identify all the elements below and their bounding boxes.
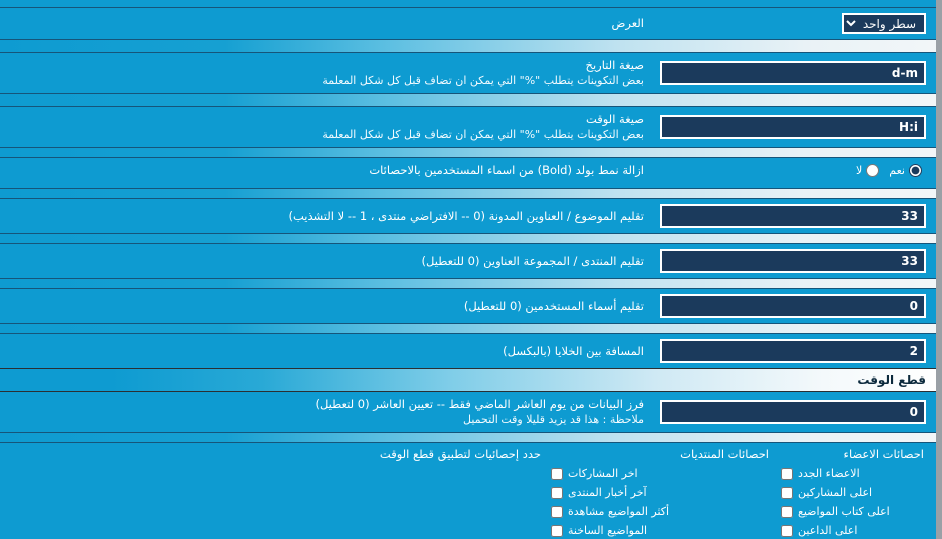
display-label: العرض: [611, 16, 645, 30]
remove-bold-radio-group: نعم لا: [856, 164, 926, 177]
list-item[interactable]: آخر أخبار المنتدى: [551, 483, 771, 502]
checkbox-forums-0-label[interactable]: اخر المشاركات: [568, 467, 638, 480]
remove-bold-no-group[interactable]: لا: [856, 164, 880, 177]
list-item[interactable]: اعلى المشاركين: [781, 483, 926, 502]
list-item[interactable]: أكثر المواضيع مشاهدة: [551, 502, 771, 521]
trim-thread-titles-control-cell: [656, 204, 926, 228]
checkbox-forums-1-label[interactable]: آخر أخبار المنتدى: [568, 486, 647, 499]
checkbox-forums-1[interactable]: [551, 486, 563, 499]
date-format-label: صيغة التاريخ: [585, 58, 644, 72]
separator-bar: [0, 147, 936, 158]
checkbox-members-1[interactable]: [781, 486, 793, 499]
section-header-time-cut: قطع الوقت: [0, 368, 936, 392]
time-format-label-cell: صيغة الوقت بعض التكوينات يتطلب "%" التي …: [0, 112, 644, 142]
apply-time-cut-label: حدد إحصائيات لتطبيق قطع الوقت: [379, 447, 541, 461]
date-format-description: بعض التكوينات يتطلب "%" التي يمكن ان تضا…: [322, 74, 644, 87]
stats-column-forums-title: احصائات المنتديات: [680, 447, 769, 461]
checkbox-forums-2[interactable]: [551, 505, 563, 518]
display-label-cell: العرض: [0, 16, 645, 31]
time-format-label: صيغة الوقت: [585, 112, 644, 126]
setting-row-sort-days: فرز البيانات من يوم العاشر الماضي فقط --…: [0, 392, 936, 432]
checkbox-members-0[interactable]: [781, 467, 793, 480]
trim-forum-titles-label: تقليم المنتدى / المجموعة العناوين (0 للت…: [421, 253, 644, 268]
checkbox-forums-3-label[interactable]: المواضيع الساخنة: [568, 524, 647, 537]
stats-column-members-title: احصائات الاعضاء: [843, 447, 924, 461]
trim-forum-titles-control-cell: [656, 249, 926, 273]
remove-bold-label-cell: ازالة نمط بولد (Bold) من اسماء المستخدمي…: [0, 163, 644, 178]
setting-row-remove-bold: نعم لا ازالة نمط بولد (Bold) من اسماء ال…: [0, 158, 936, 188]
checkbox-forums-0[interactable]: [551, 467, 563, 480]
apply-time-cut-label-cell: حدد إحصائيات لتطبيق قطع الوقت: [0, 447, 541, 462]
separator-bar: [0, 432, 936, 443]
setting-row-trim-forum-titles: تقليم المنتدى / المجموعة العناوين (0 للت…: [0, 244, 936, 278]
cell-spacing-label: المسافة بين الخلايا (بالبكسل): [503, 343, 644, 358]
checkbox-members-2-label[interactable]: اعلى كتاب المواضيع: [798, 505, 890, 518]
sort-days-input[interactable]: [660, 400, 926, 424]
remove-bold-yes-label: نعم: [889, 164, 905, 177]
separator-bar: [0, 188, 936, 199]
list-item[interactable]: الاعضاء الجدد: [781, 464, 926, 483]
remove-bold-control-cell: نعم لا: [656, 164, 926, 177]
separator-bar: [0, 39, 936, 53]
date-format-control-cell: [656, 61, 926, 85]
trim-thread-titles-label: تقليم الموضوع / العناوين المدونة (0 -- ا…: [288, 208, 644, 223]
separator-bar: [0, 93, 936, 107]
settings-page: سطر واحد العرض صيغة التاريخ بعض التكوينا…: [0, 0, 942, 539]
checkbox-members-0-label[interactable]: الاعضاء الجدد: [798, 467, 860, 480]
trim-usernames-label: تقليم أسماء المستخدمين (0 للتعطيل): [463, 298, 644, 313]
time-format-control-cell: [656, 115, 926, 139]
setting-row-trim-usernames: تقليم أسماء المستخدمين (0 للتعطيل): [0, 289, 936, 323]
checkbox-forums-3[interactable]: [551, 524, 563, 537]
cell-spacing-label-cell: المسافة بين الخلايا (بالبكسل): [0, 344, 644, 359]
date-format-label-cell: صيغة التاريخ بعض التكوينات يتطلب "%" الت…: [0, 58, 644, 88]
trim-usernames-input[interactable]: [660, 294, 926, 318]
stats-column-members: احصائات الاعضاء الاعضاء الجدد اعلى المشا…: [771, 447, 926, 539]
stats-column-forums: احصائات المنتديات اخر المشاركات آخر أخبا…: [541, 447, 771, 539]
setting-row-time-format: صيغة الوقت بعض التكوينات يتطلب "%" التي …: [0, 107, 936, 147]
trim-usernames-control-cell: [656, 294, 926, 318]
setting-row-cell-spacing: المسافة بين الخلايا (بالبكسل): [0, 334, 936, 368]
list-item[interactable]: اخر المشاركات: [551, 464, 771, 483]
trim-usernames-label-cell: تقليم أسماء المستخدمين (0 للتعطيل): [0, 299, 644, 314]
separator-bar: [0, 323, 936, 334]
time-format-description: بعض التكوينات يتطلب "%" التي يمكن ان تضا…: [322, 128, 644, 141]
trim-forum-titles-input[interactable]: [660, 249, 926, 273]
remove-bold-no-radio[interactable]: [866, 164, 880, 177]
cell-spacing-input[interactable]: [660, 339, 926, 363]
separator-bar: [0, 278, 936, 289]
setting-row-display: سطر واحد العرض: [0, 8, 936, 39]
date-format-input[interactable]: [660, 61, 926, 85]
sort-days-control-cell: [656, 400, 926, 424]
remove-bold-yes-group[interactable]: نعم: [889, 164, 922, 177]
sort-days-label-cell: فرز البيانات من يوم العاشر الماضي فقط --…: [0, 397, 644, 427]
top-edge-bar: [0, 0, 936, 8]
time-format-input[interactable]: [660, 115, 926, 139]
checkbox-members-1-label[interactable]: اعلى المشاركين: [798, 486, 872, 499]
sort-days-label: فرز البيانات من يوم العاشر الماضي فقط --…: [315, 397, 644, 411]
remove-bold-yes-radio[interactable]: [909, 164, 922, 177]
checkbox-members-2[interactable]: [781, 505, 793, 518]
display-mode-select[interactable]: سطر واحد: [842, 13, 926, 34]
checkbox-members-3-label[interactable]: اعلى الداعين: [798, 524, 857, 537]
cell-spacing-control-cell: [656, 339, 926, 363]
list-item[interactable]: اعلى كتاب المواضيع: [781, 502, 926, 521]
display-control-cell: سطر واحد: [656, 13, 926, 34]
trim-thread-titles-label-cell: تقليم الموضوع / العناوين المدونة (0 -- ا…: [0, 209, 644, 224]
stats-columns: احصائات الاعضاء الاعضاء الجدد اعلى المشا…: [541, 447, 926, 539]
setting-row-date-format: صيغة التاريخ بعض التكوينات يتطلب "%" الت…: [0, 53, 936, 93]
remove-bold-label: ازالة نمط بولد (Bold) من اسماء المستخدمي…: [369, 163, 644, 177]
section-header-time-cut-label: قطع الوقت: [857, 373, 926, 387]
checkbox-members-3[interactable]: [781, 524, 793, 537]
trim-forum-titles-label-cell: تقليم المنتدى / المجموعة العناوين (0 للت…: [0, 254, 644, 269]
remove-bold-no-label: لا: [856, 164, 863, 177]
trim-thread-titles-input[interactable]: [660, 204, 926, 228]
separator-bar: [0, 233, 936, 244]
list-item[interactable]: المواضيع الساخنة: [551, 521, 771, 539]
list-item[interactable]: اعلى الداعين: [781, 521, 926, 539]
checkbox-forums-2-label[interactable]: أكثر المواضيع مشاهدة: [568, 505, 669, 518]
stats-selection-area: احصائات الاعضاء الاعضاء الجدد اعلى المشا…: [0, 443, 936, 539]
sort-days-note: ملاحظة : هذا قد يزيد قليلا وقت التحميل: [463, 413, 644, 426]
setting-row-trim-thread-titles: تقليم الموضوع / العناوين المدونة (0 -- ا…: [0, 199, 936, 233]
